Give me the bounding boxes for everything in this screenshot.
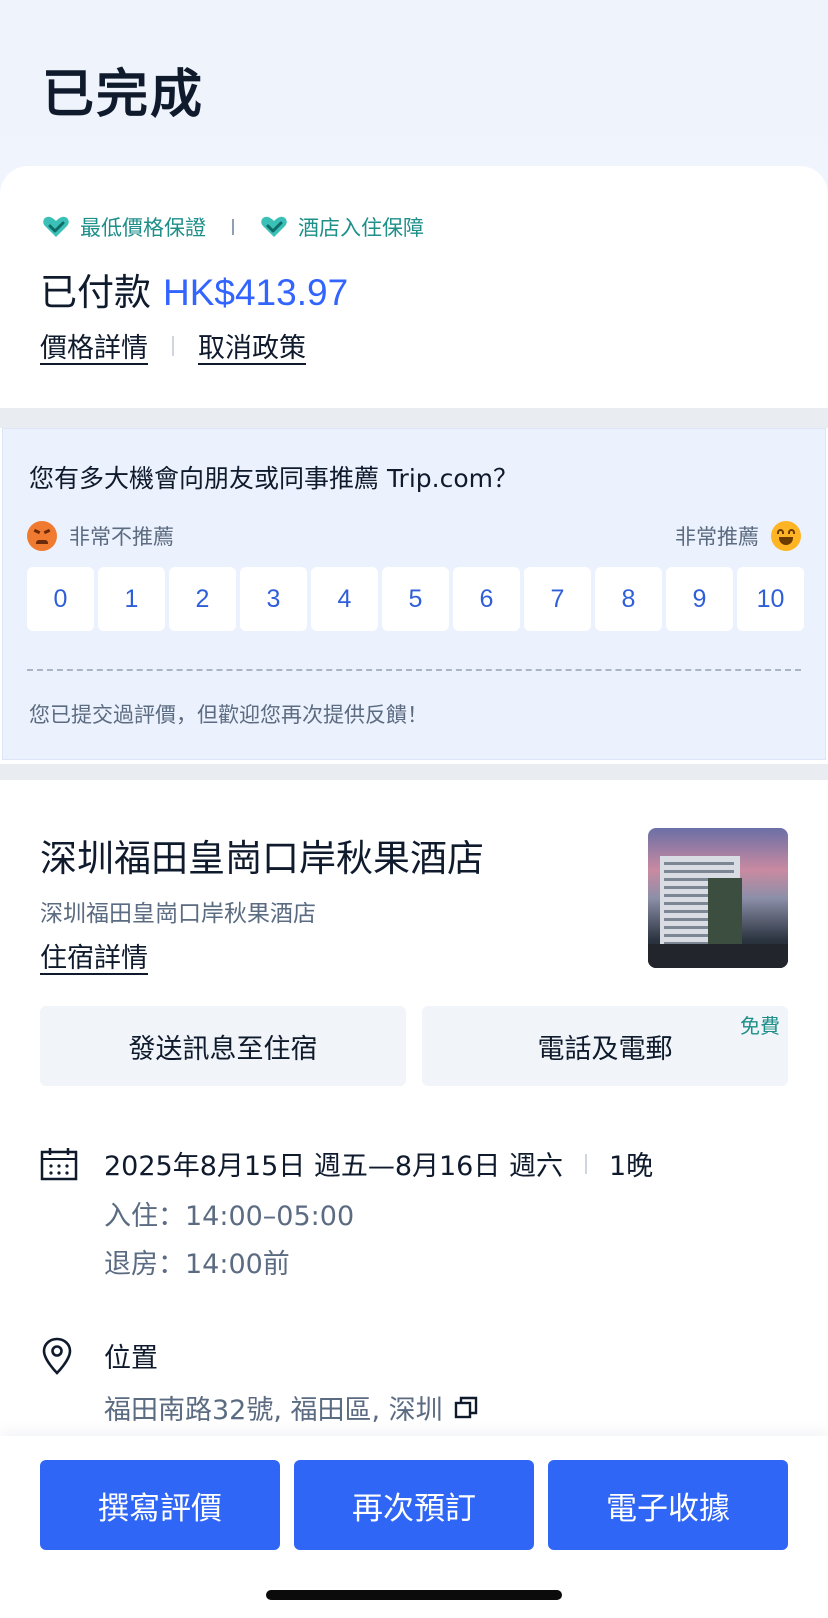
badge-checkin-guarantee[interactable]: 酒店入住保障: [260, 212, 424, 242]
message-property-label: 發送訊息至住宿: [128, 1033, 318, 1065]
bottom-action-bar: 撰寫評價 再次預訂 電子收據: [0, 1436, 828, 1618]
checkin-time: 入住：14:00–05:00: [104, 1201, 355, 1232]
price-details-link[interactable]: 價格詳情: [40, 326, 148, 365]
stay-dates: 2025年8月15日 週五—8月16日 週六: [104, 1151, 563, 1182]
score-options: 0 1 2 3 4 5 6 7 8 9 10: [27, 567, 804, 631]
laughing-face-icon: [771, 521, 801, 551]
score-option-8[interactable]: 8: [595, 567, 662, 631]
home-indicator[interactable]: [266, 1590, 562, 1600]
nights-count: 1晚: [608, 1151, 654, 1182]
score-option-10[interactable]: 10: [737, 567, 804, 631]
score-option-6[interactable]: 6: [453, 567, 520, 631]
free-tag: 免費: [740, 1014, 780, 1038]
survey-high-text: 非常推薦: [675, 525, 759, 549]
score-option-0[interactable]: 0: [27, 567, 94, 631]
divider: [584, 1153, 587, 1174]
location-row: 位置: [40, 1336, 158, 1375]
nps-survey: 您有多大機會向朋友或同事推薦 Trip.com？ 非常不推薦 非常推薦 0 1 …: [2, 428, 826, 760]
heart-check-icon: [261, 216, 287, 237]
address-row: 福田南路32號, 福田區, 深圳: [104, 1388, 479, 1427]
payment-links: 價格詳情 取消政策: [40, 326, 306, 365]
phone-email-button[interactable]: 電話及電郵 免費: [422, 1006, 788, 1086]
rebook-button[interactable]: 再次預訂: [294, 1460, 534, 1550]
cancel-policy-link[interactable]: 取消政策: [198, 326, 306, 365]
angry-face-icon: [27, 521, 57, 551]
survey-high-label: 非常推薦: [675, 521, 801, 551]
survey-low-text: 非常不推薦: [69, 525, 174, 549]
divider: [172, 335, 174, 356]
section-divider: [0, 408, 828, 428]
address-text: 福田南路32號, 福田區, 深圳: [104, 1395, 443, 1426]
hotel-details-link[interactable]: 住宿詳情: [40, 936, 148, 975]
divider: [232, 219, 234, 235]
photo-ground: [648, 944, 788, 968]
score-option-1[interactable]: 1: [98, 567, 165, 631]
guarantee-badges: 最低價格保證 酒店入住保障: [42, 212, 424, 242]
stay-dates-row: 2025年8月15日 週五—8月16日 週六 1晚: [40, 1144, 653, 1183]
score-option-9[interactable]: 9: [666, 567, 733, 631]
calendar-icon: [40, 1147, 78, 1180]
paid-label: 已付款: [40, 271, 151, 314]
survey-low-label: 非常不推薦: [27, 521, 174, 551]
section-divider: [0, 764, 828, 780]
checkout-time: 退房：14:00前: [104, 1249, 290, 1280]
badge-label: 最低價格保證: [80, 216, 206, 240]
paid-row: 已付款 HK$413.97: [40, 262, 348, 316]
copy-icon[interactable]: [453, 1395, 479, 1421]
write-review-label: 撰寫評價: [98, 1490, 222, 1527]
payment-card: 最低價格保證 酒店入住保障 已付款 HK$413.97 價格詳情 取消政策: [0, 166, 828, 408]
location-title: 位置: [104, 1343, 158, 1374]
page-title: 已完成: [42, 65, 205, 125]
score-option-3[interactable]: 3: [240, 567, 307, 631]
badge-label: 酒店入住保障: [298, 216, 424, 240]
location-pin-icon: [42, 1337, 72, 1375]
score-option-5[interactable]: 5: [382, 567, 449, 631]
survey-question: 您有多大機會向朋友或同事推薦 Trip.com？: [29, 464, 518, 493]
hotel-subtitle: 深圳福田皇崗口岸秋果酒店: [40, 901, 316, 927]
e-receipt-label: 電子收據: [606, 1490, 730, 1527]
e-receipt-button[interactable]: 電子收據: [548, 1460, 788, 1550]
score-option-4[interactable]: 4: [311, 567, 378, 631]
score-option-2[interactable]: 2: [169, 567, 236, 631]
survey-note: 您已提交過評價，但歡迎您再次提供反饋！: [29, 703, 428, 727]
rebook-label: 再次預訂: [352, 1490, 476, 1527]
score-option-7[interactable]: 7: [524, 567, 591, 631]
dashed-divider: [27, 669, 801, 671]
heart-check-icon: [43, 216, 69, 237]
hotel-name: 深圳福田皇崗口岸秋果酒店: [40, 837, 484, 880]
write-review-button[interactable]: 撰寫評價: [40, 1460, 280, 1550]
hotel-photo[interactable]: [648, 828, 788, 968]
badge-lowest-price[interactable]: 最低價格保證: [42, 212, 206, 242]
message-property-button[interactable]: 發送訊息至住宿: [40, 1006, 406, 1086]
phone-email-label: 電話及電郵: [537, 1033, 673, 1065]
paid-amount: HK$413.97: [163, 272, 349, 313]
